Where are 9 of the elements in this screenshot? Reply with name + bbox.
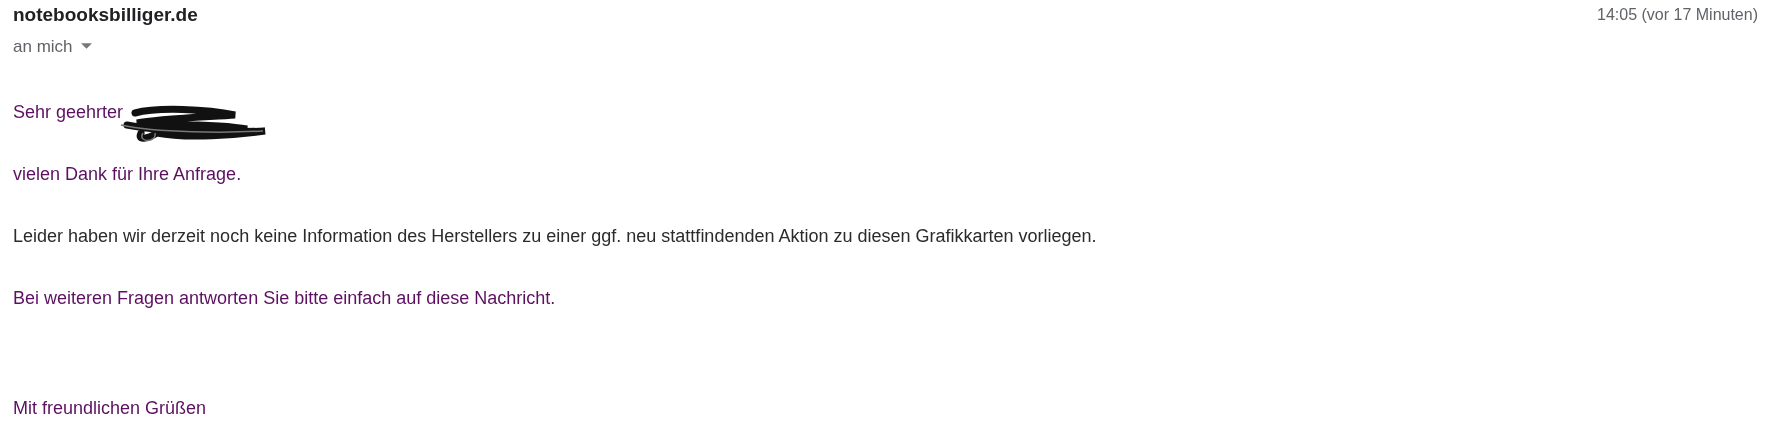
greeting-text: Sehr geehrter: [13, 101, 124, 123]
dropdown-caret-icon[interactable]: [80, 43, 92, 50]
timestamp: 14:05 (vor 17 Minuten): [1597, 5, 1758, 25]
sender-name: notebooksbilliger.de: [13, 3, 198, 27]
paragraph-text: Leider haben wir derzeit noch keine Information des Herstellers zu einer ggf. neu stattfindenden Aktion zu diesen Grafikkarten vorliegen.: [13, 225, 1097, 247]
paragraph-text: Bei weiteren Fragen antworten Sie bitte einfach auf diese Nachricht.: [13, 287, 556, 309]
paragraph-text: vielen Dank für Ihre Anfrage.: [13, 163, 242, 185]
recipient-label: an mich: [13, 35, 73, 58]
closing-text: Mit freundlichen Grüßen: [13, 397, 207, 419]
